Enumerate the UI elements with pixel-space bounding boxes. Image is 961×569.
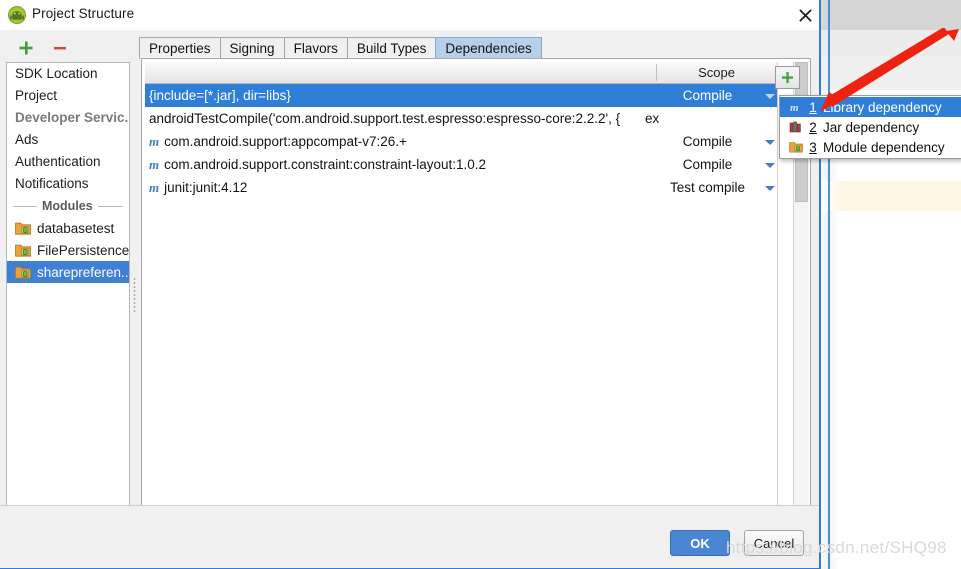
ok-button[interactable]: OK: [670, 530, 730, 556]
sidebar-item-authentication[interactable]: Authentication: [7, 151, 129, 173]
background-tabs-strip: [820, 56, 961, 91]
modules-toolbar: [6, 35, 130, 61]
sidebar-item-module-sharepreferen[interactable]: sharepreferen...: [7, 261, 129, 283]
dependency-name: {include=[*.jar], dir=libs}: [149, 88, 291, 103]
module-folder-icon: [15, 243, 31, 257]
menu-item-number: 3: [809, 139, 817, 155]
menu-item-jar-dependency[interactable]: 2 Jar dependency: [780, 117, 961, 137]
add-dependency-menu: m 1 Library dependency 2 Jar dependency …: [779, 95, 961, 159]
chevron-down-icon[interactable]: [765, 94, 775, 99]
table-header-row: Scope: [145, 62, 777, 84]
jar-books-icon: [788, 121, 803, 134]
background-navbar-strip: [820, 30, 961, 57]
dependencies-table: Scope {include=[*.jar], dir=libs} Compil…: [145, 62, 778, 519]
background-editor-left-border-top: [828, 0, 830, 90]
module-tabs: Properties Signing Flavors Build Types D…: [139, 35, 542, 59]
dependency-name: com.android.support.constraint:constrain…: [164, 157, 487, 172]
panel-splitter[interactable]: [131, 62, 139, 525]
maven-m-icon: m: [788, 101, 803, 114]
dependency-name-cell: m com.android.support:appcompat-v7:26.+: [149, 130, 407, 153]
maven-m-icon: m: [149, 134, 160, 149]
dependencies-table-container: Scope {include=[*.jar], dir=libs} Compil…: [141, 58, 811, 523]
sidebar-item-developer-services[interactable]: Developer Servic...: [7, 107, 129, 129]
menu-item-label: Module dependency: [823, 139, 945, 155]
menu-item-number: 2: [809, 119, 817, 135]
sidebar-section-modules: Modules: [7, 195, 129, 217]
watermark-text: https://blog.csdn.net/SHQ98: [726, 538, 947, 557]
tab-properties[interactable]: Properties: [139, 37, 221, 59]
module-label: sharepreferen...: [37, 264, 129, 280]
section-label: Modules: [42, 199, 93, 213]
dependency-name: com.android.support:appcompat-v7:26.+: [164, 134, 407, 149]
maven-m-icon: m: [149, 180, 160, 195]
dependency-name-cell: m junit:junit:4.12: [149, 176, 247, 199]
table-row[interactable]: m com.android.support.constraint:constra…: [145, 153, 777, 176]
tab-signing[interactable]: Signing: [219, 37, 285, 59]
add-dependency-button[interactable]: [775, 66, 800, 89]
dependency-scope[interactable]: Compile: [656, 153, 759, 176]
chevron-down-icon[interactable]: [765, 186, 775, 191]
table-row[interactable]: m junit:junit:4.12 Test compile: [145, 176, 777, 199]
background-toolbar-strip: [820, 0, 961, 31]
dependency-name: androidTestCompile('com.android.support.…: [149, 111, 621, 126]
dependency-name-cell: m com.android.support.constraint:constra…: [149, 153, 486, 176]
splitter-grip-icon: [133, 277, 136, 313]
menu-item-label: Library dependency: [823, 99, 942, 115]
plus-icon: [782, 72, 793, 83]
chevron-down-icon[interactable]: [765, 163, 775, 168]
background-editor-left-border: [828, 90, 830, 569]
sidebar-item-project[interactable]: Project: [7, 85, 129, 107]
sidebar-item-sdk-location[interactable]: SDK Location: [7, 63, 129, 85]
menu-item-library-dependency[interactable]: m 1 Library dependency: [780, 97, 961, 117]
dependency-scope[interactable]: Compile: [656, 130, 759, 153]
maven-m-icon: m: [149, 157, 160, 172]
menu-item-module-dependency[interactable]: 3 Module dependency: [780, 137, 961, 157]
tab-dependencies[interactable]: Dependencies: [435, 37, 542, 59]
module-folder-icon: [15, 221, 31, 235]
dialog-title: Project Structure: [32, 6, 135, 21]
tab-build-types[interactable]: Build Types: [346, 37, 437, 59]
chevron-down-icon[interactable]: [765, 140, 775, 145]
remove-module-button[interactable]: [50, 38, 70, 58]
dependency-name: junit:junit:4.12: [164, 180, 248, 195]
dialog-title-bar: Project Structure: [0, 0, 819, 30]
background-editor-area: [820, 90, 961, 569]
dialog-footer: OK Cancel: [0, 505, 819, 568]
sidebar-item-notifications[interactable]: Notifications: [7, 173, 129, 195]
android-studio-icon: [8, 6, 26, 24]
add-module-button[interactable]: [16, 38, 36, 58]
project-structure-dialog: Project Structure SDK Location Project D…: [0, 0, 821, 569]
module-label: databasetest: [37, 220, 115, 236]
sidebar-item-ads[interactable]: Ads: [7, 129, 129, 151]
svg-text:m: m: [790, 102, 799, 113]
background-caret-line-fade: [822, 181, 844, 211]
module-label: FilePersistence: [37, 242, 129, 258]
module-folder-icon: [788, 141, 803, 154]
dependency-scope[interactable]: Test compile: [656, 176, 759, 199]
section-rule-right: [97, 205, 123, 207]
close-icon[interactable]: [793, 4, 817, 26]
table-row[interactable]: m com.android.support:appcompat-v7:26.+ …: [145, 130, 777, 153]
sidebar-item-module-filepersistence[interactable]: FilePersistence: [7, 239, 129, 261]
sidebar-item-module-databasetest[interactable]: databasetest: [7, 217, 129, 239]
menu-item-label: Jar dependency: [823, 119, 920, 135]
project-settings-list[interactable]: SDK Location Project Developer Servic...…: [6, 62, 130, 525]
dependency-name-overflow: ex: [645, 111, 660, 126]
tab-flavors[interactable]: Flavors: [283, 37, 348, 59]
module-settings-panel: Properties Signing Flavors Build Types D…: [139, 33, 813, 525]
column-header-scope: Scope: [698, 65, 735, 80]
table-row[interactable]: androidTestCompile('com.android.support.…: [145, 107, 777, 130]
module-folder-icon: [15, 265, 31, 279]
dialog-body: SDK Location Project Developer Servic...…: [0, 30, 819, 525]
section-rule-left: [13, 205, 37, 207]
table-row[interactable]: {include=[*.jar], dir=libs} Compile: [145, 84, 777, 107]
dependency-scope[interactable]: Compile: [656, 84, 759, 107]
menu-item-number: 1: [809, 99, 817, 115]
